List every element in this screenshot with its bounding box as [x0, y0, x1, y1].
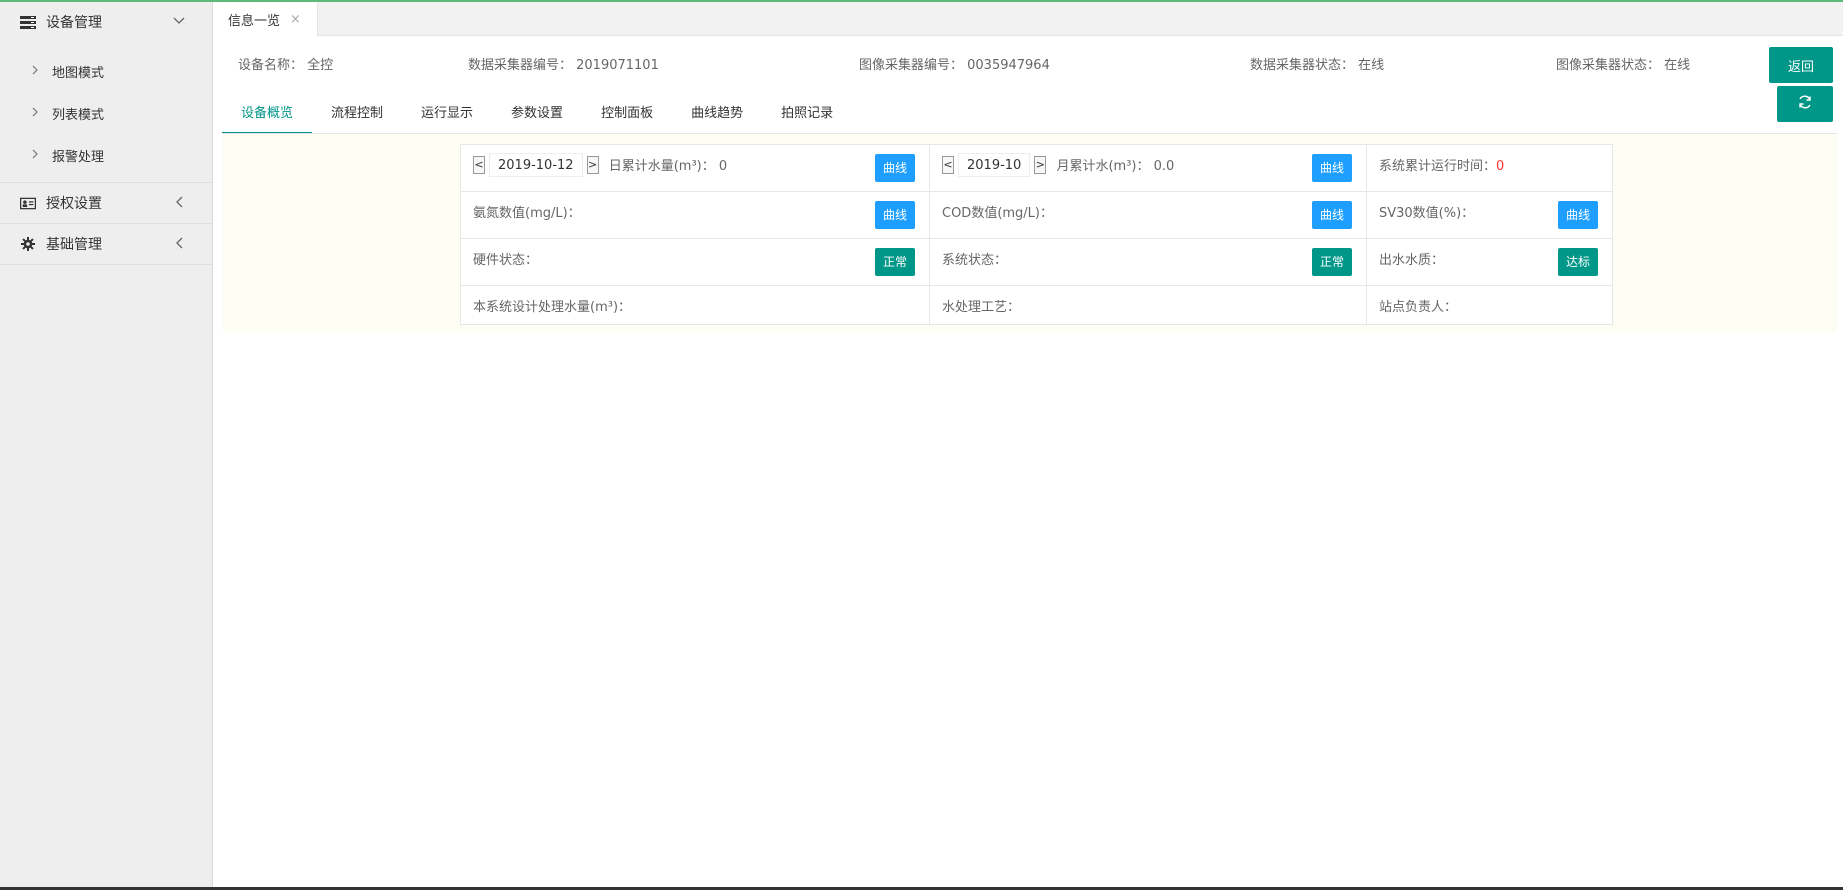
sidebar-item-label: 报警处理 [52, 149, 105, 165]
next-month-button[interactable]: > [1034, 156, 1047, 174]
tab-parameter-settings[interactable]: 参数设置 [492, 96, 582, 134]
tab-process-control[interactable]: 流程控制 [312, 96, 402, 134]
chevron-right-icon [32, 65, 42, 78]
cod-label: COD数值(mg/L)： [942, 206, 1054, 221]
chevron-right-icon [32, 149, 42, 162]
chevron-right-icon [32, 107, 42, 120]
menu-label: 基础管理 [46, 237, 102, 253]
monthly-water-label: 月累计水(m³)： 0.0 [1056, 159, 1175, 174]
menu-label: 设备管理 [46, 15, 102, 31]
close-icon[interactable]: × [290, 12, 301, 27]
device-subtabs: 设备概览 流程控制 运行显示 参数设置 控制面板 曲线趋势 拍照记录 [222, 96, 852, 134]
menu-group-basic: 基础管理 [0, 224, 212, 265]
tab-photo-records[interactable]: 拍照记录 [762, 96, 852, 134]
grid-row: < 2019-10-12 > 日累计水量(m³)： 0 曲线 < 2019-10… [461, 145, 1612, 192]
month-picker: < 2019-10 > [942, 153, 1047, 177]
process-cell: 水处理工艺： [930, 286, 1367, 324]
prev-month-button[interactable]: < [942, 156, 954, 174]
hardware-status-label: 硬件状态： [473, 253, 539, 268]
id-card-icon [20, 196, 36, 210]
overview-panel: < 2019-10-12 > 日累计水量(m³)： 0 曲线 < 2019-10… [223, 134, 1837, 332]
tab-device-overview[interactable]: 设备概览 [222, 96, 313, 134]
sidebar-item-label: 列表模式 [52, 107, 105, 123]
next-day-button[interactable]: > [586, 156, 599, 174]
tab-label: 信息一览 [228, 14, 281, 29]
data-collector-id: 数据采集器编号： 2019071101 [468, 58, 659, 73]
hardware-status-cell: 硬件状态： 正常 [461, 239, 930, 285]
tab-curve-trend[interactable]: 曲线趋势 [672, 96, 762, 134]
sidebar-item-label: 地图模式 [52, 65, 105, 81]
cod-cell: COD数值(mg/L)： 曲线 [930, 192, 1367, 238]
refresh-button[interactable] [1777, 86, 1833, 122]
image-collector-id: 图像采集器编号： 0035947964 [859, 58, 1050, 73]
daily-curve-button[interactable]: 曲线 [874, 154, 915, 182]
chevron-left-icon [172, 195, 186, 209]
server-icon [20, 15, 36, 29]
grid-row: 氨氮数值(mg/L)： 曲线 COD数值(mg/L)： 曲线 SV30数值(%)… [461, 192, 1612, 239]
main-content: 信息一览 × 设备名称： 全控 数据采集器编号： 2019071101 图像采集… [214, 2, 1843, 890]
chevron-left-icon [172, 236, 186, 250]
ammonia-label: 氨氮数值(mg/L)： [473, 206, 581, 221]
monthly-curve-button[interactable]: 曲线 [1311, 154, 1352, 182]
ammonia-cell: 氨氮数值(mg/L)： 曲线 [461, 192, 930, 238]
gear-icon [20, 237, 36, 251]
hardware-status-button[interactable]: 正常 [874, 248, 915, 276]
sv30-cell: SV30数值(%)： 曲线 [1367, 192, 1612, 238]
runtime-cell: 系统累计运行时间：0 [1367, 145, 1612, 191]
image-collector-status: 图像采集器状态： 在线 [1556, 58, 1691, 73]
month-value[interactable]: 2019-10 [958, 153, 1031, 177]
menu-label: 授权设置 [46, 196, 102, 212]
cod-curve-button[interactable]: 曲线 [1311, 201, 1352, 229]
tab-info-overview[interactable]: 信息一览 × [214, 2, 318, 37]
menu-group-device: 设备管理 地图模式 列表模式 报警处理 [0, 2, 212, 183]
water-quality-label: 出水水质： [1379, 253, 1445, 268]
sidebar: 设备管理 地图模式 列表模式 报警处理 授权设置 基础管理 [0, 2, 213, 890]
menu-auth-settings[interactable]: 授权设置 [0, 183, 212, 223]
runtime-value: 0 [1496, 159, 1505, 174]
system-status-label: 系统状态： [942, 253, 1008, 268]
capacity-label: 本系统设计处理水量(m³)： [473, 300, 632, 315]
prev-day-button[interactable]: < [473, 156, 485, 174]
refresh-icon [1797, 94, 1813, 114]
menu-basic-management[interactable]: 基础管理 [0, 224, 212, 264]
process-label: 水处理工艺： [942, 300, 1021, 315]
day-value[interactable]: 2019-10-12 [489, 153, 583, 177]
ammonia-curve-button[interactable]: 曲线 [874, 201, 915, 229]
grid-row: 硬件状态： 正常 系统状态： 正常 出水水质： 达标 [461, 239, 1612, 286]
chevron-down-icon [172, 14, 186, 28]
menu-group-auth: 授权设置 [0, 183, 212, 224]
overview-grid: < 2019-10-12 > 日累计水量(m³)： 0 曲线 < 2019-10… [460, 144, 1613, 325]
runtime-label: 系统累计运行时间： [1379, 159, 1497, 174]
system-status-cell: 系统状态： 正常 [930, 239, 1367, 285]
grid-row: 本系统设计处理水量(m³)： 水处理工艺： 站点负责人： [461, 286, 1612, 324]
page-tabbar: 信息一览 × [214, 2, 1843, 37]
sidebar-item-alarm[interactable]: 报警处理 [0, 134, 212, 176]
daily-water-cell: < 2019-10-12 > 日累计水量(m³)： 0 曲线 [461, 145, 930, 191]
monthly-water-cell: < 2019-10 > 月累计水(m³)： 0.0 曲线 [930, 145, 1367, 191]
daily-water-label: 日累计水量(m³)： 0 [608, 159, 728, 174]
sv30-label: SV30数值(%)： [1379, 206, 1475, 221]
menu-device-management[interactable]: 设备管理 [0, 2, 212, 42]
tab-run-display[interactable]: 运行显示 [402, 96, 492, 134]
sidebar-item-list-mode[interactable]: 列表模式 [0, 92, 212, 134]
system-status-button[interactable]: 正常 [1311, 248, 1352, 276]
tab-control-panel[interactable]: 控制面板 [582, 96, 672, 134]
manager-label: 站点负责人： [1379, 300, 1458, 315]
data-collector-status: 数据采集器状态： 在线 [1250, 58, 1385, 73]
water-quality-cell: 出水水质： 达标 [1367, 239, 1612, 285]
manager-cell: 站点负责人： [1367, 286, 1612, 324]
device-name: 设备名称： 全控 [238, 58, 334, 73]
day-picker: < 2019-10-12 > [473, 153, 599, 177]
sidebar-item-map-mode[interactable]: 地图模式 [0, 50, 212, 92]
capacity-cell: 本系统设计处理水量(m³)： [461, 286, 930, 324]
water-quality-button[interactable]: 达标 [1557, 248, 1598, 276]
back-button[interactable]: 返回 [1769, 47, 1833, 83]
device-info-row: 设备名称： 全控 数据采集器编号： 2019071101 图像采集器编号： 00… [214, 54, 1843, 78]
sv30-curve-button[interactable]: 曲线 [1557, 201, 1598, 229]
